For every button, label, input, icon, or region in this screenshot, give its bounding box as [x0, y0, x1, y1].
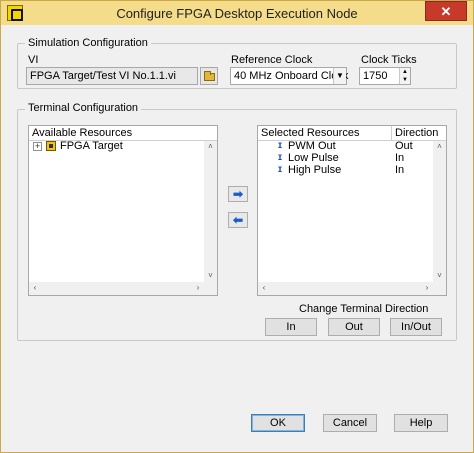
selected-resources-header: Selected Resources Direction	[258, 126, 446, 141]
help-button[interactable]: Help	[394, 414, 448, 432]
title-bar[interactable]: Configure FPGA Desktop Execution Node ✕	[1, 1, 473, 25]
scroll-corner	[433, 282, 446, 295]
resource-name: Low Pulse	[288, 152, 339, 164]
scroll-up-icon[interactable]: ˄	[205, 142, 216, 152]
list-item[interactable]: ɪ High Pulse In	[258, 164, 434, 176]
resource-name: PWM Out	[288, 140, 336, 152]
chevron-down-icon[interactable]: ▼	[333, 68, 346, 84]
available-horizontal-scrollbar[interactable]: ‹ ›	[29, 282, 204, 295]
vi-label: VI	[28, 54, 39, 66]
scroll-down-icon[interactable]: ˅	[434, 271, 445, 281]
direction-in-button[interactable]: In	[265, 318, 317, 336]
resource-direction: In	[395, 164, 405, 176]
available-resources-list[interactable]: Available Resources + FPGA Target ˄ ˅ ‹ …	[28, 125, 218, 296]
scroll-right-icon[interactable]: ›	[193, 283, 203, 293]
expand-icon[interactable]: +	[33, 142, 42, 151]
simulation-config-legend: Simulation Configuration	[25, 37, 151, 49]
ok-button[interactable]: OK	[251, 414, 305, 432]
folder-icon	[204, 71, 215, 81]
scroll-right-icon[interactable]: ›	[422, 283, 432, 293]
fpga-target-icon	[46, 141, 56, 151]
direction-out-button[interactable]: Out	[328, 318, 380, 336]
scroll-left-icon[interactable]: ‹	[30, 283, 40, 293]
terminal-pin-icon: ɪ	[277, 152, 283, 163]
available-resources-header-label: Available Resources	[32, 127, 133, 139]
window-title: Configure FPGA Desktop Execution Node	[116, 6, 358, 21]
terminal-pin-icon: ɪ	[277, 140, 283, 151]
close-button[interactable]: ✕	[425, 1, 467, 21]
clock-ticks-value: 1750	[363, 70, 388, 82]
selected-horizontal-scrollbar[interactable]: ‹ ›	[258, 282, 433, 295]
column-divider[interactable]	[391, 126, 392, 141]
stepper-down-icon[interactable]: ▼	[400, 76, 410, 84]
direction-header-label: Direction	[395, 127, 439, 139]
terminal-config-legend: Terminal Configuration	[25, 102, 142, 114]
terminal-pin-icon: ɪ	[277, 164, 283, 175]
browse-vi-button[interactable]	[200, 67, 218, 85]
labview-app-icon	[7, 5, 23, 21]
available-resources-header: Available Resources	[29, 126, 217, 141]
list-item[interactable]: ɪ PWM Out Out	[258, 140, 434, 152]
stepper-up-icon[interactable]: ▲	[400, 68, 410, 76]
scroll-corner	[204, 282, 217, 295]
reference-clock-value: 40 MHz Onboard Clock	[234, 70, 349, 82]
remove-resource-button[interactable]: ⬅	[228, 212, 248, 228]
reference-clock-label: Reference Clock	[231, 54, 313, 66]
available-vertical-scrollbar[interactable]: ˄ ˅	[204, 141, 217, 282]
scroll-left-icon[interactable]: ‹	[259, 283, 269, 293]
resource-direction: In	[395, 152, 405, 164]
scroll-down-icon[interactable]: ˅	[205, 271, 216, 281]
vi-path-field[interactable]: FPGA Target/Test VI No.1.1.vi	[26, 67, 198, 85]
scroll-up-icon[interactable]: ˄	[434, 142, 445, 152]
selected-resources-header-label: Selected Resources	[261, 127, 360, 139]
cancel-button[interactable]: Cancel	[323, 414, 377, 432]
reference-clock-select[interactable]: 40 MHz Onboard Clock ▼	[230, 67, 349, 85]
clock-ticks-stepper[interactable]: 1750 ▲ ▼	[359, 67, 411, 85]
tree-item-label: FPGA Target	[60, 140, 123, 152]
stepper-arrows[interactable]: ▲ ▼	[399, 68, 410, 84]
selected-resources-list[interactable]: Selected Resources Direction ɪ PWM Out O…	[257, 125, 447, 296]
dialog-window: Configure FPGA Desktop Execution Node ✕ …	[0, 0, 474, 453]
direction-inout-button[interactable]: In/Out	[390, 318, 442, 336]
change-terminal-direction-label: Change Terminal Direction	[299, 303, 429, 315]
resource-direction: Out	[395, 140, 413, 152]
list-item[interactable]: ɪ Low Pulse In	[258, 152, 434, 164]
add-resource-button[interactable]: ➡	[228, 186, 248, 202]
tree-item-fpga-target[interactable]: + FPGA Target	[31, 140, 201, 152]
clock-ticks-label: Clock Ticks	[361, 54, 417, 66]
selected-vertical-scrollbar[interactable]: ˄ ˅	[433, 141, 446, 282]
resource-name: High Pulse	[288, 164, 342, 176]
